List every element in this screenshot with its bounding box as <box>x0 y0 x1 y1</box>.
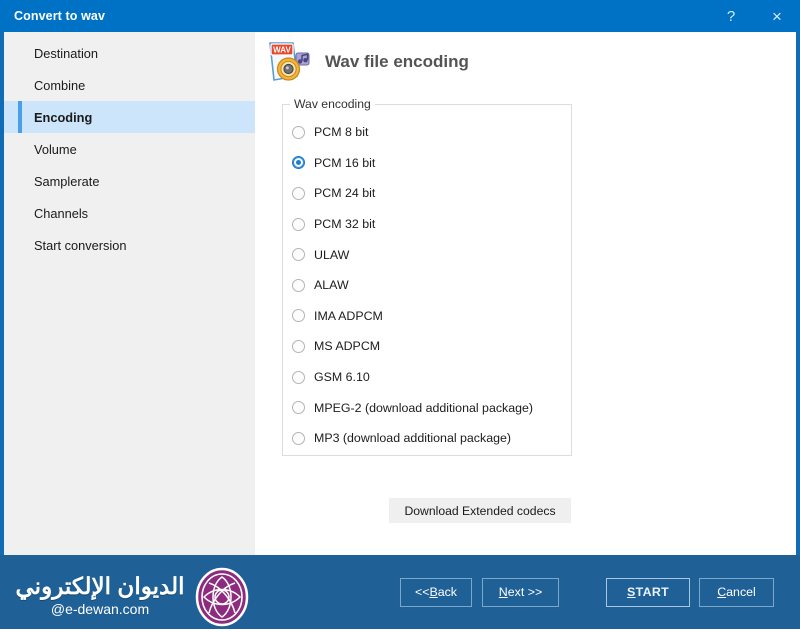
radio-icon <box>292 370 305 384</box>
sidebar-item-label: Start conversion <box>34 237 127 253</box>
radio-option-pcm-16-bit[interactable]: PCM 16 bit <box>282 148 582 179</box>
radio-icon-selected <box>292 156 305 170</box>
e-dewan-logo-icon <box>192 567 252 627</box>
svg-text:WAV: WAV <box>273 46 291 55</box>
back-label-pre: << <box>414 585 430 599</box>
page-title: Wav file encoding <box>325 52 469 71</box>
navigation-buttons: << Back Next >> S TART Cancel <box>400 577 774 607</box>
sidebar-item-start-conversion[interactable]: Start conversion <box>4 229 255 261</box>
radio-option-mp3[interactable]: MP3 (download additional package) <box>282 423 582 454</box>
cancel-button[interactable]: Cancel <box>699 577 774 607</box>
convert-to-wav-window: Convert to wav ? × Destination Combine E… <box>0 0 800 629</box>
sidebar-item-samplerate[interactable]: Samplerate <box>4 165 255 197</box>
radio-icon <box>292 339 305 353</box>
sidebar-item-encoding[interactable]: Encoding <box>4 101 255 133</box>
radio-option-label: ULAW <box>314 247 350 262</box>
radio-option-pcm-8-bit[interactable]: PCM 8 bit <box>282 117 582 148</box>
radio-option-alaw[interactable]: ALAW <box>282 270 582 301</box>
sidebar-item-label: Combine <box>34 77 86 93</box>
sidebar-item-label: Channels <box>34 205 89 221</box>
sidebar-item-label: Samplerate <box>34 173 100 189</box>
page-header: WAV Wav file encoding <box>266 40 469 84</box>
radio-icon <box>292 309 305 323</box>
wav-encoding-legend: Wav encoding <box>290 97 375 111</box>
start-accel: S <box>627 585 636 599</box>
radio-icon <box>292 278 305 292</box>
radio-icon <box>292 401 305 415</box>
radio-icon <box>292 125 305 139</box>
radio-option-label: PCM 24 bit <box>314 186 376 201</box>
radio-option-gsm-610[interactable]: GSM 6.10 <box>282 362 582 393</box>
window-title: Convert to wav <box>14 9 105 23</box>
next-button[interactable]: Next >> <box>482 577 559 607</box>
radio-option-ima-adpcm[interactable]: IMA ADPCM <box>282 301 582 332</box>
content-pane: WAV Wav file encoding Wav encoding PCM 8… <box>255 32 796 555</box>
wizard-button-bar: الديوان الإلكتروني @e-dewan.com << B ack… <box>0 555 800 629</box>
radio-option-label: PCM 16 bit <box>314 155 376 170</box>
radio-option-pcm-24-bit[interactable]: PCM 24 bit <box>282 178 582 209</box>
start-label-post: TART <box>635 585 669 599</box>
encoding-radio-group: PCM 8 bit PCM 16 bit PCM 24 bit PCM 32 b… <box>282 117 582 454</box>
radio-icon <box>292 186 305 200</box>
radio-option-ms-adpcm[interactable]: MS ADPCM <box>282 331 582 362</box>
wav-file-audio-icon: WAV <box>266 40 312 84</box>
watermark-arabic-text: الديوان الإلكتروني <box>15 573 185 599</box>
start-button[interactable]: S TART <box>606 577 690 607</box>
next-label-post: ext >> <box>507 585 543 599</box>
radio-option-mpeg-2[interactable]: MPEG-2 (download additional package) <box>282 392 582 423</box>
download-extended-codecs-button[interactable]: Download Extended codecs <box>389 498 571 523</box>
sidebar-item-channels[interactable]: Channels <box>4 197 255 229</box>
next-accel: N <box>498 585 508 599</box>
radio-option-label: GSM 6.10 <box>314 370 370 385</box>
radio-option-pcm-32-bit[interactable]: PCM 32 bit <box>282 209 582 240</box>
sidebar-item-label: Volume <box>34 141 77 157</box>
radio-option-label: ALAW <box>314 278 349 293</box>
radio-option-label: PCM 32 bit <box>314 217 376 232</box>
radio-icon <box>292 217 305 231</box>
back-accel: B <box>429 585 438 599</box>
title-bar-buttons: ? × <box>708 0 800 32</box>
radio-option-ulaw[interactable]: ULAW <box>282 239 582 270</box>
sidebar-item-label: Destination <box>34 45 99 61</box>
close-icon[interactable]: × <box>754 0 800 32</box>
watermark-overlay: الديوان الإلكتروني @e-dewan.com <box>0 565 258 629</box>
radio-icon <box>292 431 305 445</box>
help-icon[interactable]: ? <box>708 0 754 32</box>
radio-option-label: MP3 (download additional package) <box>314 431 511 446</box>
radio-option-label: IMA ADPCM <box>314 308 383 323</box>
sidebar-item-volume[interactable]: Volume <box>4 133 255 165</box>
cancel-label-post: ancel <box>726 585 756 599</box>
radio-option-label: PCM 8 bit <box>314 125 369 140</box>
radio-icon <box>292 248 305 262</box>
title-bar: Convert to wav ? × <box>0 0 800 32</box>
wizard-step-sidebar: Destination Combine Encoding Volume Samp… <box>4 32 255 555</box>
back-label-post: ack <box>437 585 458 599</box>
radio-option-label: MPEG-2 (download additional package) <box>314 400 534 415</box>
radio-option-label: MS ADPCM <box>314 339 381 354</box>
back-button[interactable]: << Back <box>400 577 472 607</box>
sidebar-item-combine[interactable]: Combine <box>4 69 255 101</box>
cancel-accel: C <box>717 585 727 599</box>
sidebar-item-label: Encoding <box>34 109 93 125</box>
sidebar-item-destination[interactable]: Destination <box>4 37 255 69</box>
watermark-site-text: @e-dewan.com <box>50 601 150 617</box>
